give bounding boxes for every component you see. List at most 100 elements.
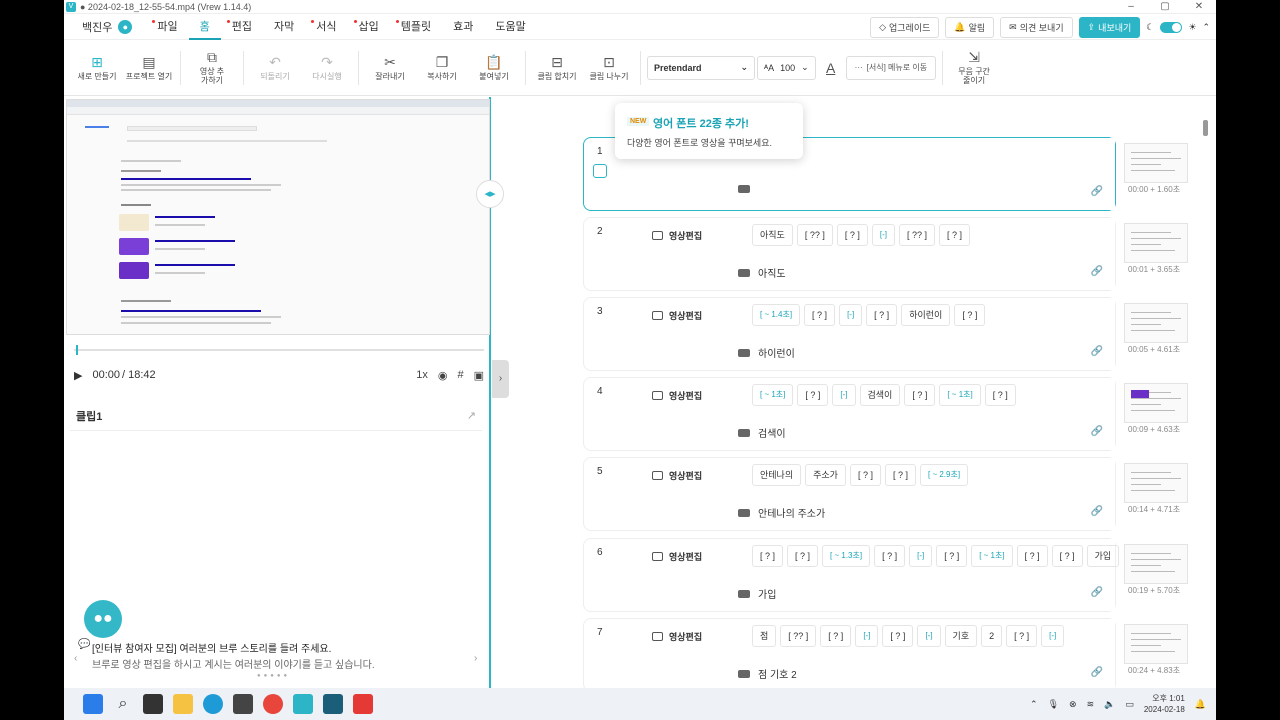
word-chip[interactable]: [ ? ] <box>804 304 836 326</box>
theme-toggle[interactable] <box>1160 22 1183 33</box>
speed-button[interactable]: 1x <box>416 369 428 381</box>
word-chip[interactable]: [ ? ] <box>984 384 1016 406</box>
word-chip[interactable]: [ ~ 1초] <box>971 545 1013 567</box>
clip-speaker[interactable]: 영상편집 <box>652 389 702 402</box>
word-chip[interactable]: [-] <box>871 224 895 246</box>
word-chip[interactable]: [ ~ 2.9초] <box>920 464 969 486</box>
external-link-icon[interactable]: ↗ <box>467 409 476 422</box>
screen-icon[interactable]: ▣ <box>474 369 484 382</box>
clip-thumbnail[interactable] <box>1124 624 1188 664</box>
clip-row[interactable]: 2 영상편집 아직도[ ?? ][ ? ] [-][ ?? ][ ? ] 아직도 🔗 <box>583 217 1116 291</box>
word-chip[interactable]: [ ?? ] <box>796 224 833 246</box>
link-icon[interactable]: 🔗 <box>1091 346 1103 357</box>
vrew-app-icon[interactable] <box>293 694 313 714</box>
word-chip[interactable]: [ ? ] <box>904 384 936 406</box>
menu-help[interactable]: 도움말 <box>484 14 536 40</box>
word-chip[interactable]: [ ? ] <box>1006 625 1038 647</box>
clip-row[interactable]: 4 영상편집[ ~ 1초][ ? ] [-] 검색이[ ? ][ ~ 1초][ ? ]… <box>583 377 1116 451</box>
subtitle-line[interactable]: 안테나의 주소가 <box>738 505 825 520</box>
new-project-button[interactable]: ⊞ 새로 만들기 <box>72 55 122 81</box>
file-explorer-icon[interactable] <box>173 694 193 714</box>
word-chip[interactable]: [-] <box>909 545 933 567</box>
maximize-icon[interactable]: ▢ <box>1148 1 1182 12</box>
word-chip[interactable]: [ ~ 1.3초] <box>822 545 871 567</box>
word-chip[interactable]: [-] <box>832 384 856 406</box>
link-icon[interactable]: 🔗 <box>1091 667 1103 678</box>
subtitle-line[interactable]: 검색이 <box>738 425 786 440</box>
camera-icon[interactable]: ◉ <box>438 369 448 382</box>
search-icon[interactable]: ⌕ <box>113 694 133 714</box>
clip-thumbnail[interactable] <box>1124 143 1188 183</box>
clip-thumbnail[interactable] <box>1124 303 1188 343</box>
clip-speaker[interactable]: 영상편집 <box>652 469 702 482</box>
notification-icon[interactable]: 🔔 <box>1195 699 1206 710</box>
subtitle-line[interactable]: 가입 <box>738 586 776 601</box>
clip-thumbnail[interactable] <box>1124 223 1188 263</box>
word-chip[interactable]: [ ?? ] <box>780 625 817 647</box>
redo-button[interactable]: ↷ 다시실행 <box>302 55 352 81</box>
minimize-icon[interactable]: – <box>1114 1 1148 12</box>
menu-home[interactable]: 홈 <box>188 14 221 40</box>
word-chip[interactable]: 아직도 <box>752 224 793 246</box>
panel-resize-handle[interactable]: ◂▸ <box>476 180 504 208</box>
word-chip[interactable]: [ ?? ] <box>898 224 935 246</box>
close-icon[interactable]: ✕ <box>1182 1 1216 12</box>
word-chip[interactable]: 기호 <box>944 625 978 647</box>
word-chip[interactable]: [ ? ] <box>1016 545 1048 567</box>
clip-checkbox[interactable] <box>593 164 607 178</box>
link-icon[interactable]: 🔗 <box>1091 186 1103 197</box>
clip-row[interactable]: 3 영상편집[ ~ 1.4초][ ? ] [-][ ? ] 하이런이[ ? ] 하이런이… <box>583 297 1116 371</box>
clip-speaker[interactable]: 영상편집 <box>652 550 702 563</box>
word-chip[interactable]: [-] <box>855 625 879 647</box>
grid-icon[interactable]: # <box>457 369 463 381</box>
chat-support-button[interactable]: ●● <box>84 600 122 638</box>
menu-effects[interactable]: 효과 <box>442 14 484 40</box>
menu-edit[interactable]: 편집 <box>221 14 263 40</box>
notice-prev-icon[interactable]: ‹ <box>74 653 77 664</box>
clip-speaker[interactable]: 영상편집 <box>652 630 702 643</box>
word-chip[interactable]: 안테나의 <box>752 464 802 486</box>
wifi-icon[interactable]: ≋ <box>1087 699 1095 710</box>
recorder-app-icon[interactable] <box>353 694 373 714</box>
chrome-icon[interactable] <box>263 694 283 714</box>
clip-speaker[interactable]: 영상편집 <box>652 229 702 242</box>
menu-format[interactable]: 서식 <box>305 14 347 40</box>
menu-insert[interactable]: 삽입 <box>348 14 390 40</box>
menu-subtitle[interactable]: 자막 <box>263 14 305 40</box>
upgrade-button[interactable]: ◇ 업그레이드 <box>870 17 940 38</box>
word-chip[interactable]: [ ? ] <box>874 545 906 567</box>
word-chip[interactable]: 점 <box>752 625 777 647</box>
word-chip[interactable]: [ ~ 1초] <box>939 384 981 406</box>
paste-button[interactable]: 📋 붙여넣기 <box>469 55 519 81</box>
clock[interactable]: 오후 1:01 2024-02-18 <box>1144 693 1185 715</box>
word-chip[interactable]: [ ~ 1초] <box>752 384 794 406</box>
add-video-button[interactable]: ⧉ 영상 추가하기 <box>187 50 237 85</box>
cut-button[interactable]: ✂ 잘라내기 <box>365 55 415 81</box>
menu-template[interactable]: 템플릿 <box>390 14 442 40</box>
format-more-button[interactable]: ··· [서식] 메뉴로 이동 <box>845 55 937 80</box>
word-chip[interactable]: [-] <box>917 625 941 647</box>
word-chip[interactable]: [ ? ] <box>954 304 986 326</box>
subtitle-line[interactable]: 아직도 <box>738 265 786 280</box>
word-chip[interactable]: [-] <box>1041 625 1065 647</box>
seek-handle[interactable] <box>76 345 78 355</box>
split-clip-button[interactable]: ⊡ 클립 나누기 <box>584 55 634 81</box>
alarm-button[interactable]: 🔔 알림 <box>945 17 995 38</box>
subtitle-line[interactable]: 점 기호 2 <box>738 666 797 681</box>
battery-icon[interactable]: ▭ <box>1125 699 1134 710</box>
subtitle-line[interactable]: 하이런이 <box>738 345 795 360</box>
feedback-button[interactable]: ✉ 의견 보내기 <box>1000 17 1073 38</box>
reduce-silence-button[interactable]: ⇲ 무음 구간 줄이기 <box>949 50 999 85</box>
play-icon[interactable]: ▶ <box>74 369 82 382</box>
open-project-button[interactable]: ▤ 프로젝트 열기 <box>124 55 174 81</box>
word-chip[interactable]: [ ? ] <box>882 625 914 647</box>
clip-thumbnail[interactable] <box>1124 463 1188 503</box>
app-icon[interactable] <box>323 694 343 714</box>
word-chip[interactable]: 2 <box>981 625 1003 647</box>
link-icon[interactable]: 🔗 <box>1091 587 1103 598</box>
undo-button[interactable]: ↶ 되돌리기 <box>250 55 300 81</box>
font-color-button[interactable]: A <box>818 61 844 75</box>
word-chip[interactable]: [ ? ] <box>820 625 852 647</box>
clip-row[interactable]: 5 영상편집 안테나의 주소가[ ? ][ ? ][ ~ 2.9초] 안테나의 주소가 🔗 <box>583 457 1116 531</box>
word-chip[interactable]: [ ? ] <box>939 224 971 246</box>
